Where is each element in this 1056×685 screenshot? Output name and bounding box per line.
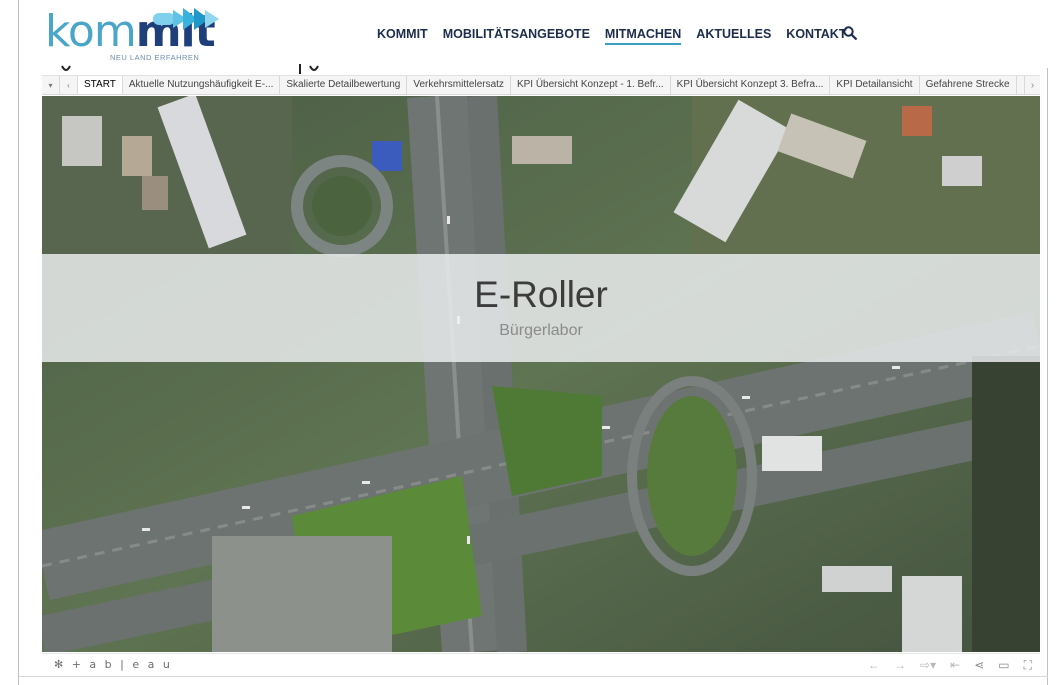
hero-dashboard-start: E-Roller Bürgerlabor — [42, 96, 1040, 652]
tab-start[interactable]: START — [78, 76, 123, 94]
redo-icon[interactable]: → — [894, 656, 906, 674]
logo-part-kom: kom — [45, 6, 137, 57]
tab-kpi-konzept-3[interactable]: KPI Übersicht Konzept 3. Befra... — [671, 76, 831, 94]
prev-icon[interactable]: ‹ — [60, 76, 78, 94]
tableau-logo-icon: ✻ — [54, 658, 66, 671]
kommit-logo[interactable]: kommit NEU LAND ERFAHREN — [45, 2, 225, 64]
aerial-highway-image — [42, 96, 1040, 652]
tableau-logo-text: + a b | e a u — [71, 658, 173, 671]
tableau-toolbar: ✻ + a b | e a u ← → ⇨▾ ⇤ ⋖ ▭ ⛶ — [42, 653, 1040, 675]
comment-icon[interactable]: ▭ — [998, 656, 1009, 674]
hero-subtitle: Bürgerlabor — [499, 322, 583, 339]
logo-tagline: NEU LAND ERFAHREN — [110, 53, 200, 62]
toolbar-tools: ← → ⇨▾ ⇤ ⋖ ▭ ⛶ — [868, 656, 1032, 674]
reset-icon[interactable]: ⇤ — [950, 656, 960, 674]
fullscreen-icon[interactable]: ⛶ — [1024, 656, 1032, 674]
tab-kpi-detailansicht[interactable]: KPI Detailansicht — [830, 76, 920, 94]
share-icon[interactable]: ⋖ — [974, 656, 984, 674]
nav-item-mitmachen[interactable]: MITMACHEN — [604, 25, 682, 45]
nav-item-aktuelles[interactable]: AKTUELLES — [696, 25, 771, 45]
site-header: kommit NEU LAND ERFAHREN KOMMIT MOBILITÄ… — [19, 0, 1048, 68]
tab-verkehrsmittelersatz[interactable]: Verkehrsmittelersatz — [407, 76, 511, 94]
logo-arrows-icon — [153, 8, 219, 30]
revert-icon[interactable]: ⇨▾ — [920, 656, 936, 674]
tab-gefahrene-strecke[interactable]: Gefahrene Strecke — [920, 76, 1017, 94]
dashboard-tab-bar: ▾ ‹ START Aktuelle Nutzungshäufigkeit E-… — [42, 75, 1040, 95]
main-nav: KOMMIT MOBILITÄTSANGEBOTE MITMACHEN AKTU… — [377, 25, 861, 45]
bottom-divider — [19, 676, 1048, 677]
tab-nutzungshaeufigkeit[interactable]: Aktuelle Nutzungshäufigkeit E-... — [123, 76, 281, 94]
undo-icon[interactable]: ← — [868, 656, 880, 674]
dropdown-icon[interactable]: ▾ — [42, 76, 60, 94]
nav-item-kommit[interactable]: KOMMIT — [377, 25, 428, 45]
hero-title: E-Roller — [474, 274, 608, 315]
tableau-logo[interactable]: ✻ + a b | e a u — [54, 658, 172, 671]
nav-item-mobilitaetsangebote[interactable]: MOBILITÄTSANGEBOTE — [443, 25, 590, 45]
tab-kpi-konzept-1[interactable]: KPI Übersicht Konzept - 1. Befr... — [511, 76, 671, 94]
nav-item-kontakt[interactable]: KONTAKT — [786, 25, 846, 45]
tab-skalierte-detailbewertung[interactable]: Skalierte Detailbewertung — [280, 76, 408, 94]
partial-heading-fragment — [61, 64, 319, 74]
search-icon[interactable] — [843, 26, 857, 40]
next-icon[interactable]: › — [1024, 76, 1040, 94]
